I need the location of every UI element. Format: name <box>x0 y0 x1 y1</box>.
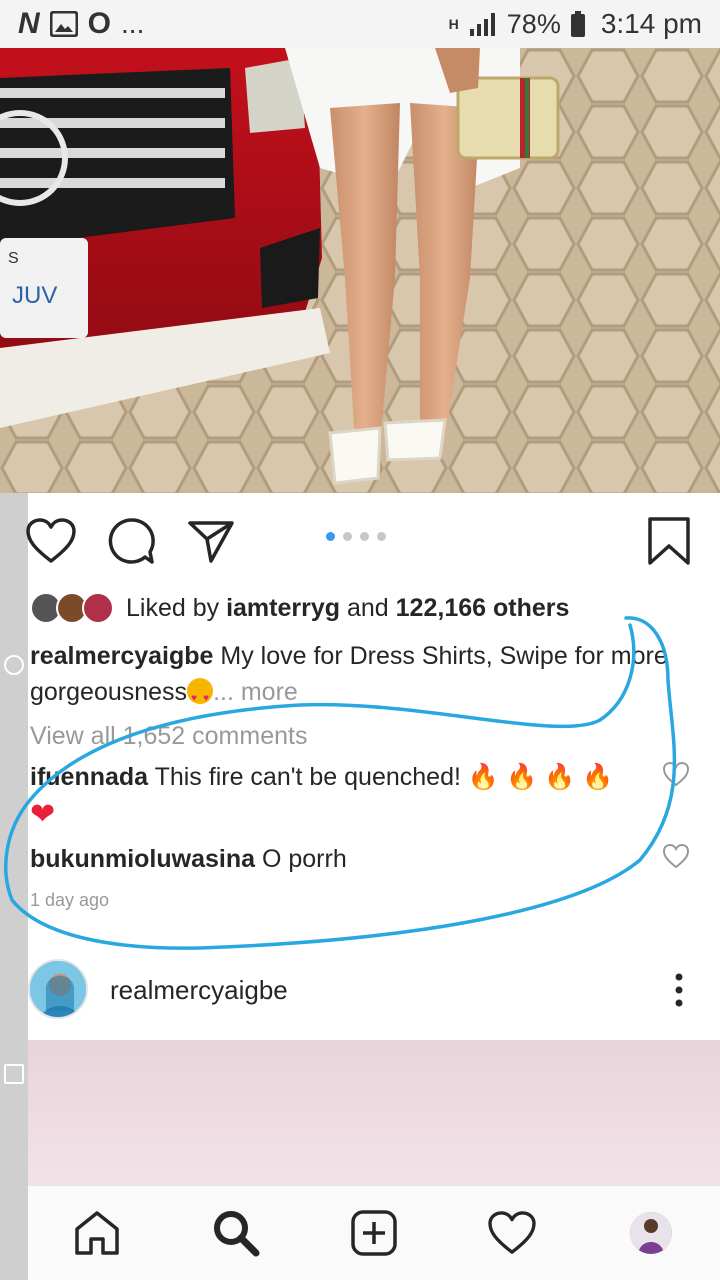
gallery-icon <box>49 11 78 37</box>
view-all-comments-link[interactable]: View all 1,652 comments <box>30 722 307 751</box>
nav-activity[interactable] <box>484 1205 540 1261</box>
avatar <box>82 592 114 624</box>
battery-percent: 78% <box>506 8 561 39</box>
carousel-indicator <box>326 532 386 541</box>
more-notifications-icon: ... <box>121 8 145 39</box>
liker-username[interactable]: iamterryg <box>226 594 340 622</box>
save-button[interactable] <box>642 514 696 568</box>
carousel-dot <box>360 532 369 541</box>
edge-square-icon[interactable] <box>4 1064 24 1084</box>
edge-circle-icon[interactable] <box>4 655 24 675</box>
comment-text: O porrh <box>261 845 347 873</box>
post-photo[interactable]: S JUV <box>0 48 720 493</box>
next-post-header: realmercyaigbe <box>0 955 720 1030</box>
status-right: H 78% 3:14 pm <box>449 8 702 40</box>
add-post-icon <box>351 1210 397 1256</box>
avatar <box>629 1212 672 1254</box>
post-photo-image: S JUV <box>0 48 720 493</box>
svg-text:S: S <box>8 250 19 267</box>
likes-row[interactable]: Liked by iamterryg and 122,166 others <box>30 588 569 628</box>
post-time-ago: 1 day ago <box>30 890 110 910</box>
heart-icon <box>26 518 76 563</box>
more-options-icon[interactable] <box>674 973 684 1007</box>
fire-emoji-icon: 🔥 🔥 🔥 🔥 <box>467 763 614 791</box>
caption-username[interactable]: realmercyaigbe <box>30 642 213 670</box>
comment-icon <box>108 518 155 564</box>
battery-icon <box>570 11 585 37</box>
likes-count[interactable]: 122,166 others <box>396 594 570 622</box>
red-heart-emoji-icon: ❤ <box>30 798 56 831</box>
likes-prefix: Liked by <box>126 593 220 622</box>
status-bar: N O ... H 78% 3:14 pm <box>0 0 720 48</box>
comment-like-icon[interactable] <box>662 842 690 870</box>
left-edge-strip <box>0 493 28 1280</box>
share-button[interactable] <box>184 514 238 568</box>
carousel-dot <box>343 532 352 541</box>
search-icon <box>213 1211 260 1257</box>
signal-icon <box>469 13 495 36</box>
liker-avatars <box>30 592 114 624</box>
carousel-dot-active <box>326 532 335 541</box>
svg-text:JUV: JUV <box>12 282 57 309</box>
notification-n-icon: N <box>18 7 40 40</box>
notification-o-icon: O <box>87 7 112 40</box>
comment-like-icon[interactable] <box>662 760 690 788</box>
likes-and: and <box>346 593 389 622</box>
comment-item: bukunmioluwasina O porrh <box>30 840 650 878</box>
bottom-nav <box>28 1185 720 1280</box>
clock: 3:14 pm <box>600 8 702 39</box>
network-type-label: H <box>448 16 459 32</box>
nav-home[interactable] <box>69 1205 125 1261</box>
bookmark-icon <box>648 517 690 565</box>
post-caption: realmercyaigbe My love for Dress Shirts,… <box>30 638 670 717</box>
next-post-photo[interactable] <box>28 1040 720 1185</box>
post-author-username[interactable]: realmercyaigbe <box>110 975 288 1006</box>
like-button[interactable] <box>24 514 78 568</box>
avatar[interactable] <box>28 959 88 1019</box>
comment-username[interactable]: bukunmioluwasina <box>30 845 255 873</box>
heart-icon <box>488 1211 537 1254</box>
heart-eyes-emoji-icon <box>187 678 214 717</box>
comment-username[interactable]: ifuennada <box>30 763 148 791</box>
comment-text: This fire can't be quenched! <box>154 763 461 791</box>
nav-profile[interactable] <box>623 1205 679 1261</box>
send-icon <box>188 521 234 563</box>
comment-item: ifuennada This fire can't be quenched! 🔥… <box>30 758 650 835</box>
carousel-dot <box>377 532 386 541</box>
nav-new-post[interactable] <box>346 1205 402 1261</box>
likes-text: Liked by iamterryg and 122,166 others <box>126 594 569 623</box>
caption-more-link[interactable]: ... more <box>213 678 298 706</box>
nav-search[interactable] <box>208 1205 264 1261</box>
notification-icons: N O ... <box>18 7 144 41</box>
comment-button[interactable] <box>104 514 158 568</box>
home-icon <box>75 1211 119 1255</box>
